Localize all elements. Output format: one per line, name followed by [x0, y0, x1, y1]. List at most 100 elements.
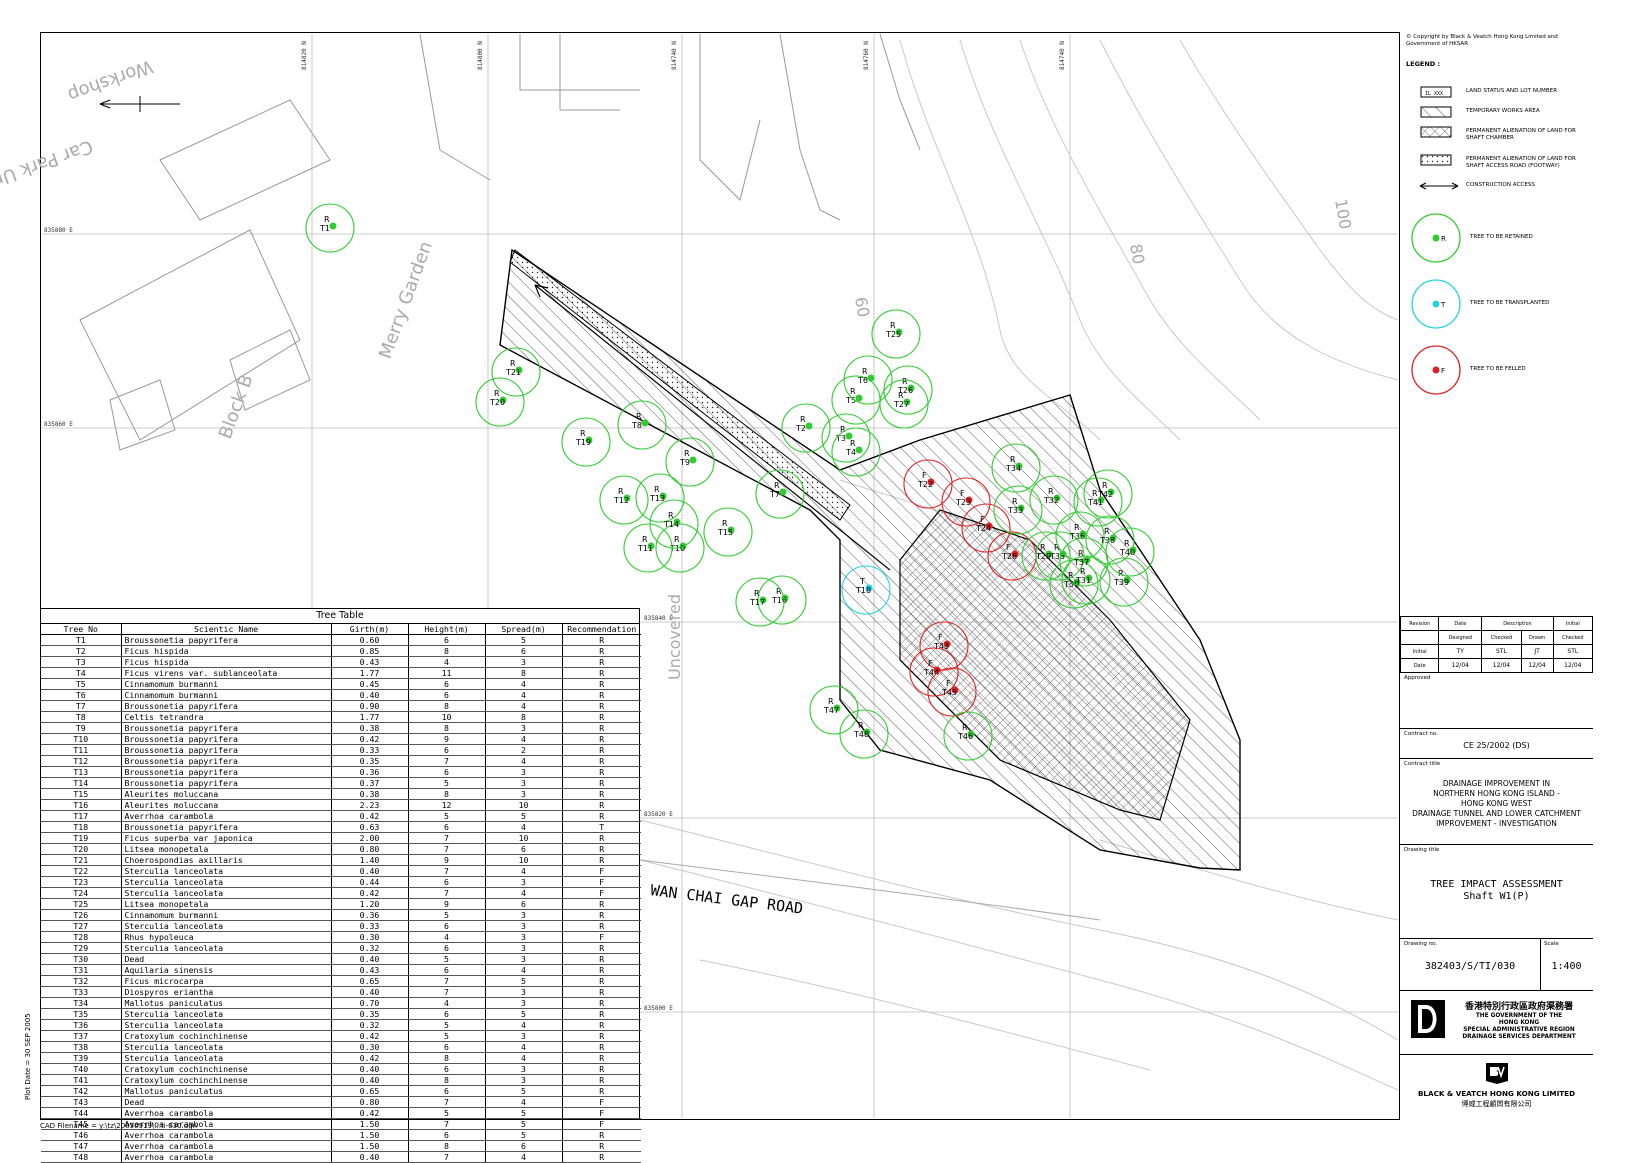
dsd-en-2: HONG KONG	[1498, 1020, 1540, 1026]
table-cell: 6	[408, 942, 486, 954]
table-cell: 7	[408, 986, 486, 998]
table-cell: Diospyros eriantha	[121, 986, 332, 998]
tree-id-label: T44	[923, 668, 939, 677]
dsd-en-3: SPECIAL ADMINISTRATIVE REGION	[1463, 1027, 1575, 1033]
rev-date-label: Date	[1399, 658, 1440, 673]
table-row: T47 Averrhoa carambola 1.50 8 6 R	[41, 1140, 641, 1152]
table-row: T28 Rhus hypoleuca 0.30 4 3 F	[41, 931, 641, 943]
table-row: T12 Broussonetia papyrifera 0.35 7 4 R	[41, 755, 641, 767]
table-cell: Sterculia lanceolata	[121, 876, 332, 888]
table-cell: T39	[41, 1052, 122, 1064]
table-cell: T7	[41, 700, 122, 712]
table-cell: 0.43	[331, 964, 409, 976]
road-label: WAN CHAI GAP ROAD	[650, 881, 805, 918]
table-cell: 5	[408, 1030, 486, 1042]
table-cell: 7	[408, 1151, 486, 1163]
tree-table-col-0: Tree No	[41, 624, 122, 635]
table-cell: T40	[41, 1063, 122, 1075]
table-cell: T28	[41, 931, 122, 943]
legend-lot-label: LAND STATUS AND LOT NUMBER	[1466, 88, 1558, 94]
grid-label-n4: 814760 N	[863, 41, 870, 70]
table-cell: Sterculia lanceolata	[121, 942, 332, 954]
road-wan-chai-gap: WAN CHAI GAP ROAD	[639, 859, 1101, 921]
table-cell: 0.65	[331, 975, 409, 987]
table-cell: 8	[408, 1052, 486, 1064]
tree-trunk	[855, 394, 863, 402]
dsd-logo-box: 香港特別行政區政府渠務署 THE GOVERNMENT OF THE HONG …	[1400, 990, 1593, 1054]
table-cell: 2.23	[331, 799, 409, 811]
tree-rec-label: R	[510, 359, 516, 368]
construction-access-arrow	[534, 284, 891, 571]
revision-table: Revision Date Description Initial Design…	[1399, 616, 1594, 673]
drawing-title: TREE IMPACT ASSESSMENT Shaft W1(P)	[1400, 879, 1593, 903]
tree-id-label: T17	[749, 598, 765, 607]
tree-id-label: T39	[1113, 578, 1129, 587]
table-cell: T43	[41, 1096, 122, 1108]
tree-table-col-5: Recommendation	[562, 624, 641, 635]
table-cell: R	[562, 843, 641, 855]
table-cell: 6	[485, 1140, 563, 1152]
table-cell: 0.37	[331, 777, 409, 789]
table-cell: R	[562, 953, 641, 965]
table-row: T24 Sterculia lanceolata 0.42 7 4 F	[41, 887, 641, 899]
table-cell: R	[562, 942, 641, 954]
table-row: T4 Ficus virens var. sublanceolata 1.77 11 8…	[41, 667, 641, 679]
table-cell: R	[562, 1041, 641, 1053]
title-block: © Copyright by Black & Veatch Hong Kong …	[1399, 32, 1594, 1120]
table-cell: T19	[41, 832, 122, 844]
table-cell: 0.44	[331, 876, 409, 888]
drawing-title-line-2: Shaft W1(P)	[1463, 891, 1530, 902]
building-outlines	[79, 33, 921, 451]
table-cell: R	[562, 832, 641, 844]
table-cell: 0.65	[331, 1085, 409, 1097]
table-cell: 0.36	[331, 766, 409, 778]
table-row: T36 Sterculia lanceolata 0.32 5 4 R	[41, 1019, 641, 1031]
table-cell: 3	[485, 1063, 563, 1075]
legend-transplant-label: TREE TO BE TRANSPLANTED	[1470, 300, 1550, 306]
tree-id-label: T16	[771, 596, 787, 605]
table-cell: 0.32	[331, 942, 409, 954]
bv-logo-icon	[1486, 1063, 1508, 1084]
table-cell: 0.85	[331, 645, 409, 657]
table-cell: 10	[408, 711, 486, 723]
table-cell: 6	[485, 645, 563, 657]
table-cell: R	[562, 1052, 641, 1064]
table-cell: 3	[485, 931, 563, 943]
table-cell: T25	[41, 898, 122, 910]
table-cell: R	[562, 1085, 641, 1097]
table-cell: 0.40	[331, 865, 409, 877]
tree-table-body: T1 Broussonetia papyrifera 0.60 6 5 R T2 Ficus …	[41, 634, 641, 1163]
legend-temp-label: TEMPORARY WORKS AREA	[1466, 108, 1540, 114]
table-row: T17 Averrhoa carambola 0.42 5 5 R	[41, 810, 641, 822]
table-row: T29 Sterculia lanceolata 0.32 6 3 R	[41, 942, 641, 954]
table-cell: Averrhoa carambola	[121, 1107, 332, 1119]
tree-id-label: T1	[319, 224, 330, 233]
table-cell: R	[562, 777, 641, 789]
table-cell: T46	[41, 1129, 122, 1141]
table-row: T48 Averrhoa carambola 0.40 7 4 R	[41, 1151, 641, 1163]
tree-rec-label: R	[618, 487, 624, 496]
table-row: T32 Ficus microcarpa 0.65 7 5 R	[41, 975, 641, 987]
table-cell: 3	[485, 986, 563, 998]
legend-title: LEGEND :	[1406, 60, 1441, 68]
table-cell: 8	[485, 711, 563, 723]
table-cell: 4	[485, 1041, 563, 1053]
table-cell: 12	[408, 799, 486, 811]
table-cell: 7	[408, 1118, 486, 1130]
table-row: T34 Mallotus paniculatus 0.70 4 3 R	[41, 997, 641, 1009]
table-cell: Aleurites moluccana	[121, 788, 332, 800]
contract-title-line-3: HONG KONG WEST	[1460, 799, 1533, 808]
table-cell: 3	[485, 953, 563, 965]
table-cell: 6	[408, 744, 486, 756]
table-cell: 0.42	[331, 887, 409, 899]
table-row: T13 Broussonetia papyrifera 0.36 6 3 R	[41, 766, 641, 778]
table-cell: 7	[408, 887, 486, 899]
table-cell: R	[562, 645, 641, 657]
table-cell: 0.38	[331, 788, 409, 800]
table-cell: Broussonetia papyrifera	[121, 755, 332, 767]
table-cell: 4	[485, 821, 563, 833]
tree-rec-label: R	[636, 412, 642, 421]
table-cell: T42	[41, 1085, 122, 1097]
rev-h-revision: Revision	[1399, 616, 1440, 631]
table-cell: 4	[485, 1052, 563, 1064]
